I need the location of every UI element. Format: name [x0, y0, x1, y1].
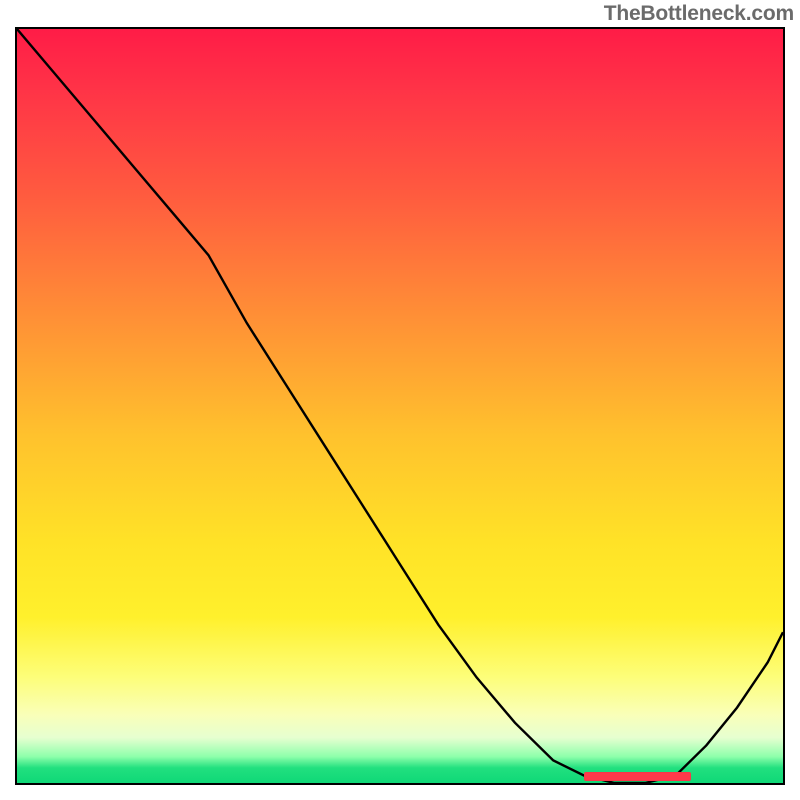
plot-frame — [15, 27, 785, 785]
bottleneck-curve — [17, 29, 783, 783]
chart-stage: TheBottleneck.com — [0, 0, 800, 800]
attribution-label: TheBottleneck.com — [604, 2, 794, 26]
optimal-range-marker — [584, 772, 691, 781]
curve-path — [17, 29, 783, 783]
